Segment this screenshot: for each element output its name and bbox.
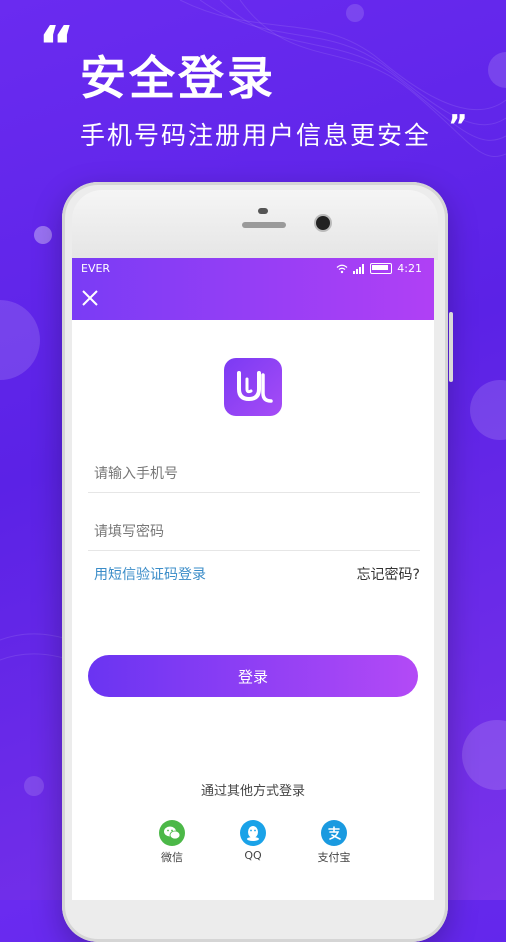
carrier-name: EVER — [81, 262, 111, 275]
bubble — [470, 380, 506, 440]
hero-title: 安全登录 — [80, 51, 276, 105]
front-camera — [316, 216, 330, 230]
app-screen: EVER 4:21 请输入手机号 用短信验证码登录 忘记密码? 登录 通过其他方… — [72, 258, 434, 900]
close-button[interactable] — [80, 288, 100, 308]
bubble — [0, 300, 40, 380]
quote-close-mark: ” — [448, 109, 468, 144]
qq-icon — [240, 820, 266, 846]
quote-open-mark: “ — [38, 15, 75, 80]
app-logo — [224, 358, 282, 416]
bubble — [24, 776, 44, 796]
sms-login-link[interactable]: 用短信验证码登录 — [94, 564, 206, 584]
signal-icon — [353, 263, 365, 274]
alipay-login-button[interactable]: 支付宝 — [304, 820, 364, 865]
phone-top-bezel — [72, 190, 438, 260]
bubble — [346, 4, 364, 22]
hero-subtitle: 手机号码注册用户信息更安全 — [80, 121, 432, 150]
app-logo-icon — [237, 371, 273, 403]
status-time: 4:21 — [397, 262, 422, 275]
qq-label: QQ — [244, 849, 262, 862]
login-button[interactable]: 登录 — [88, 655, 418, 697]
bubble — [462, 720, 506, 790]
close-icon — [82, 290, 98, 306]
phone-number-input[interactable] — [88, 453, 420, 493]
sensor-dot — [258, 208, 268, 214]
side-button — [449, 312, 453, 382]
wifi-icon — [336, 264, 348, 273]
speaker-grille — [242, 222, 286, 228]
forgot-password-link[interactable]: 忘记密码? — [357, 564, 420, 584]
battery-icon — [370, 263, 393, 274]
wechat-icon — [159, 820, 185, 846]
bubble — [488, 52, 506, 88]
status-icons: 4:21 — [336, 262, 422, 275]
alipay-icon — [321, 820, 347, 846]
wechat-login-button[interactable]: 微信 — [142, 820, 202, 865]
bubble — [34, 226, 52, 244]
app-header: EVER 4:21 — [72, 258, 434, 320]
status-bar: EVER 4:21 — [72, 258, 434, 278]
qq-login-button[interactable]: QQ — [223, 820, 283, 862]
other-login-heading: 通过其他方式登录 — [200, 784, 305, 799]
wechat-label: 微信 — [161, 851, 183, 864]
password-input[interactable] — [88, 511, 420, 551]
alipay-label: 支付宝 — [317, 851, 351, 864]
